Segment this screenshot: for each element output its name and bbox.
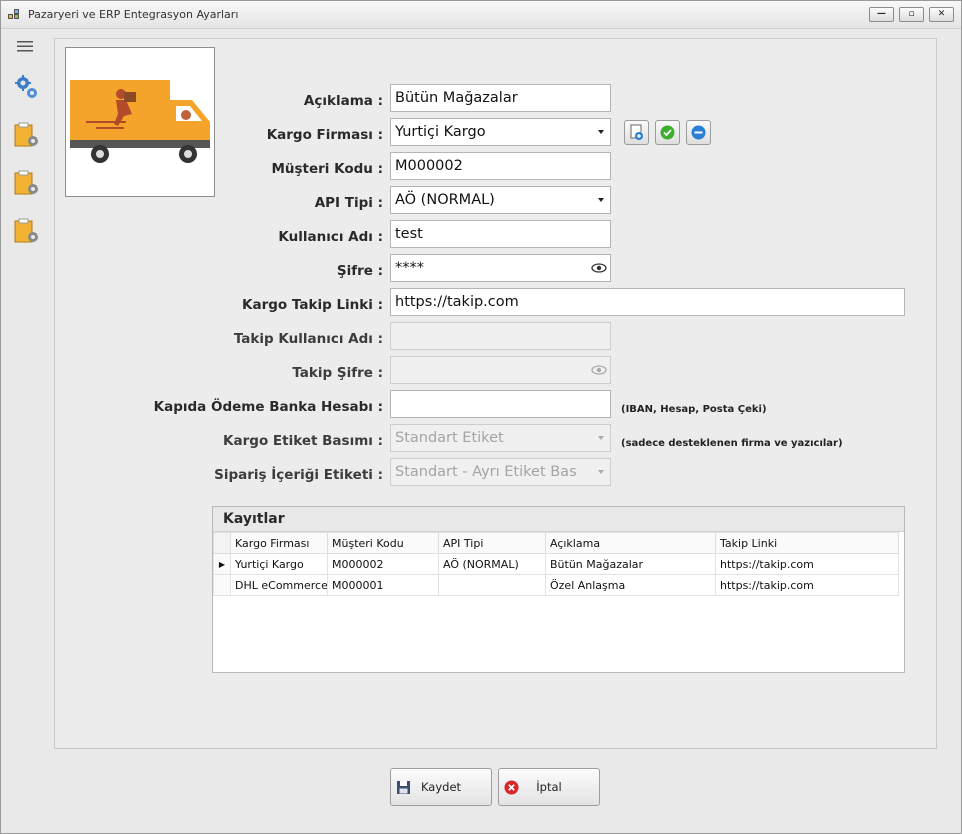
cancel-button[interactable]: İptal [498,768,600,806]
minus-icon [691,125,706,140]
sifre-input[interactable]: **** [390,254,611,282]
kapida-odeme-label: Kapıda Ödeme Banka Hesabı : [153,399,383,415]
aciklama-value: Bütün Mağazalar [395,90,518,106]
add-document-icon [630,124,643,140]
kapida-odeme-input[interactable] [390,390,611,418]
package-settings-icon-3[interactable] [13,217,41,245]
cancel-label: İptal [536,780,562,794]
sifre-label: Şifre : [336,263,383,279]
chevron-down-icon [598,130,604,134]
records-title: Kayıtlar [213,507,904,532]
app-icon [8,9,21,20]
kapida-odeme-hint: (IBAN, Hesap, Posta Çeki) [621,404,767,415]
takip-kullanici-adi-input[interactable] [390,322,611,350]
musteri-kodu-value: M000002 [395,158,463,174]
settings-gears-icon[interactable] [13,73,41,101]
musteri-kodu-input[interactable]: M000002 [390,152,611,180]
table-cell[interactable]: Yurtiçi Kargo [230,553,328,575]
confirm-button[interactable] [655,120,680,145]
kargo-etiket-value: Standart Etiket [395,430,504,446]
kargo-etiket-select[interactable]: Standart Etiket [390,424,611,452]
maximize-button[interactable]: ▫ [899,7,924,22]
window-title: Pazaryeri ve ERP Entegrasyon Ayarları [28,8,239,21]
package-settings-icon[interactable] [13,121,41,149]
api-tipi-value: AÖ (NORMAL) [395,192,495,208]
kullanici-adi-value: test [395,226,423,242]
table-header-row: Kargo Firması Müşteri Kodu API Tipi Açık… [213,532,899,554]
minimize-button[interactable]: — [869,7,894,22]
hamburger-menu-icon[interactable] [15,39,37,53]
column-header[interactable]: Kargo Firması [230,532,328,554]
chevron-down-icon [598,198,604,202]
records-table: Kargo Firması Müşteri Kodu API Tipi Açık… [213,532,899,596]
add-button[interactable] [624,120,649,145]
eye-icon[interactable] [591,262,607,274]
musteri-kodu-label: Müşteri Kodu : [271,161,383,177]
takip-sifre-input[interactable] [390,356,611,384]
title-bar: Pazaryeri ve ERP Entegrasyon Ayarları — … [1,1,961,29]
main-window: Pazaryeri ve ERP Entegrasyon Ayarları — … [0,0,962,834]
table-row[interactable]: ▶ Yurtiçi Kargo M000002 AÖ (NORMAL) Bütü… [213,553,899,575]
chevron-down-icon [598,470,604,474]
row-header-corner [213,532,231,554]
kargo-firmasi-value: Yurtiçi Kargo [395,124,486,140]
aciklama-label: Açıklama : [303,93,383,109]
aciklama-input[interactable]: Bütün Mağazalar [390,84,611,112]
row-marker[interactable] [213,574,231,596]
current-row-marker[interactable]: ▶ [213,553,231,575]
takip-sifre-label: Takip Şifre : [292,365,383,381]
table-cell[interactable]: Özel Anlaşma [545,574,716,596]
siparis-icerigi-select[interactable]: Standart - Ayrı Etiket Bas [390,458,611,486]
remove-button[interactable] [686,120,711,145]
column-header[interactable]: Açıklama [545,532,716,554]
table-cell[interactable]: M000002 [327,553,439,575]
kargo-takip-linki-value: https://takip.com [395,294,519,310]
column-header[interactable]: Müşteri Kodu [327,532,439,554]
api-tipi-select[interactable]: AÖ (NORMAL) [390,186,611,214]
siparis-icerigi-value: Standart - Ayrı Etiket Bas [395,464,577,480]
kargo-etiket-label: Kargo Etiket Basımı : [223,433,383,449]
table-cell[interactable]: M000001 [327,574,439,596]
chevron-down-icon [598,436,604,440]
kargo-takip-linki-label: Kargo Takip Linki : [242,297,383,313]
sifre-value: **** [395,260,424,276]
save-button[interactable]: Kaydet [390,768,492,806]
takip-kullanici-adi-label: Takip Kullanıcı Adı : [233,331,383,347]
close-button[interactable]: ✕ [929,7,954,22]
api-tipi-label: API Tipi : [314,195,383,211]
kargo-firmasi-label: Kargo Firması : [266,127,383,143]
check-icon [660,125,675,140]
table-cell[interactable]: https://takip.com [715,553,899,575]
save-label: Kaydet [420,780,462,794]
kargo-etiket-hint: (sadece desteklenen firma ve yazıcılar) [621,438,843,449]
sidebar [1,29,51,829]
kullanici-adi-input[interactable]: test [390,220,611,248]
table-cell[interactable]: https://takip.com [715,574,899,596]
column-header[interactable]: Takip Linki [715,532,899,554]
kullanici-adi-label: Kullanıcı Adı : [278,229,383,245]
table-cell[interactable] [438,574,546,596]
eye-icon[interactable] [591,364,607,376]
column-header[interactable]: API Tipi [438,532,546,554]
siparis-icerigi-label: Sipariş İçeriği Etiketi : [214,467,383,483]
table-cell[interactable]: DHL eCommerce [230,574,328,596]
kargo-firmasi-select[interactable]: Yurtiçi Kargo [390,118,611,146]
table-cell[interactable]: Bütün Mağazalar [545,553,716,575]
package-settings-icon-2[interactable] [13,169,41,197]
records-group: Kayıtlar Kargo Firması Müşteri Kodu API … [212,506,905,673]
table-row[interactable]: DHL eCommerce M000001 Özel Anlaşma https… [213,574,899,596]
table-cell[interactable]: AÖ (NORMAL) [438,553,546,575]
kargo-takip-linki-input[interactable]: https://takip.com [390,288,905,316]
